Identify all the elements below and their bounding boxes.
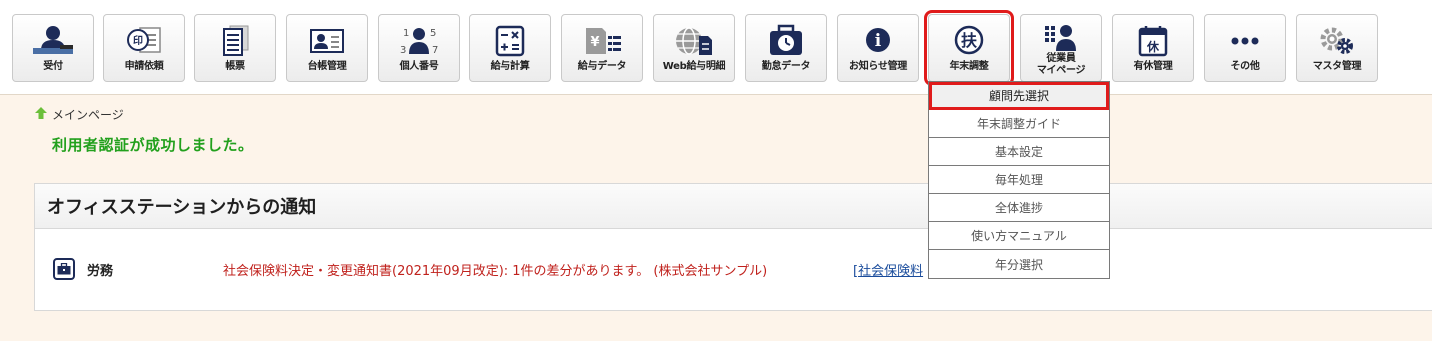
calculator-icon <box>470 24 550 58</box>
toolbar-label: 年末調整 <box>949 61 989 72</box>
digit-glyph: 1 <box>403 28 409 39</box>
toolbar-label: 受付 <box>43 61 63 72</box>
toolbar-label: その他 <box>1230 61 1260 72</box>
toolbar-label: マスタ管理 <box>1312 61 1362 72</box>
toolbar-label: 個人番号 <box>399 61 439 72</box>
toolbar-button-payroll-data[interactable]: ¥ 給与データ <box>561 14 643 82</box>
attendance-icon <box>746 24 826 58</box>
digit-glyph: 7 <box>432 45 438 56</box>
main-toolbar: 受付 印 申請依頼 帳票 台帳管理 1537 個人番号 給与計算 ¥ 給与データ… <box>0 0 1432 95</box>
forms-icon <box>195 24 275 58</box>
toolbar-label: 台帳管理 <box>307 61 347 72</box>
breadcrumb[interactable]: メインページ <box>34 106 124 123</box>
toolbar-button-master-management[interactable]: マスタ管理 <box>1296 14 1378 82</box>
toolbar-button-forms[interactable]: 帳票 <box>194 14 276 82</box>
year-end-adjustment-icon: 扶 <box>929 24 1009 58</box>
employee-mypage-icon <box>1021 21 1101 55</box>
breadcrumb-label[interactable]: メインページ <box>52 106 124 123</box>
web-payslip-icon <box>654 24 734 58</box>
toolbar-button-ledger[interactable]: 台帳管理 <box>286 14 368 82</box>
menu-item-basic-settings[interactable]: 基本設定 <box>929 138 1109 166</box>
toolbar-button-paid-leave[interactable]: 休 有休管理 <box>1112 14 1194 82</box>
fu-glyph: 扶 <box>961 31 978 50</box>
kyu-glyph: 休 <box>1146 39 1160 54</box>
toolbar-label: 給与データ <box>577 61 627 72</box>
toolbar-button-application[interactable]: 印 申請依頼 <box>103 14 185 82</box>
toolbar-label: 勤怠データ <box>761 61 811 72</box>
settings-gears-icon <box>1297 24 1377 58</box>
reception-icon <box>13 24 93 58</box>
personal-number-icon: 1537 <box>379 24 459 58</box>
notice-message: 社会保険料決定・変更通知書(2021年09月改定): 1件の差分があります。 (… <box>223 263 768 279</box>
toolbar-button-web-payslip[interactable]: Web給与明細 <box>653 14 735 82</box>
notice-panel-header: オフィスステーションからの通知 <box>35 184 1432 229</box>
yen-glyph: ¥ <box>590 35 599 50</box>
notice-panel-title: オフィスステーションからの通知 <box>47 197 317 218</box>
menu-item-year-end-guide[interactable]: 年末調整ガイド <box>929 110 1109 138</box>
toolbar-button-notice-management[interactable]: i お知らせ管理 <box>837 14 919 82</box>
briefcase-icon <box>53 258 75 280</box>
application-stamp-icon: 印 <box>104 24 184 58</box>
menu-item-annual-processing[interactable]: 毎年処理 <box>929 166 1109 194</box>
payroll-data-icon: ¥ <box>562 24 642 58</box>
more-icon <box>1205 24 1285 58</box>
toolbar-button-reception[interactable]: 受付 <box>12 14 94 82</box>
info-glyph: i <box>875 31 882 51</box>
info-icon: i <box>838 24 918 58</box>
toolbar-button-attendance[interactable]: 勤怠データ <box>745 14 827 82</box>
menu-item-year-select[interactable]: 年分選択 <box>929 250 1109 278</box>
notice-panel: オフィスステーションからの通知 労務 社会保険料決定・変更通知書(2021年09… <box>34 183 1432 311</box>
toolbar-label: 帳票 <box>225 61 245 72</box>
notice-row: 労務 社会保険料決定・変更通知書(2021年09月改定): 1件の差分があります… <box>53 258 1432 280</box>
menu-item-client-select[interactable]: 顧問先選択 <box>929 82 1109 110</box>
menu-item-overall-progress[interactable]: 全体進捗 <box>929 194 1109 222</box>
notice-link[interactable]: [社会保険料 <box>853 260 923 279</box>
ledger-icon <box>287 24 367 58</box>
toolbar-button-year-end-adjustment[interactable]: 扶 年末調整 <box>924 10 1014 86</box>
digit-glyph: 3 <box>400 45 406 56</box>
digit-glyph: 5 <box>430 28 436 39</box>
toolbar-label: 給与計算 <box>490 61 530 72</box>
toolbar-button-payroll-calc[interactable]: 給与計算 <box>469 14 551 82</box>
toolbar-label: 有休管理 <box>1133 61 1173 72</box>
toolbar-label: 申請依頼 <box>124 61 164 72</box>
toolbar-button-personal-number[interactable]: 1537 個人番号 <box>378 14 460 82</box>
toolbar-button-other[interactable]: その他 <box>1204 14 1286 82</box>
notice-category: 労務 <box>87 263 114 279</box>
auth-success-message: 利用者認証が成功しました。 <box>52 136 254 154</box>
menu-item-user-manual[interactable]: 使い方マニュアル <box>929 222 1109 250</box>
toolbar-label: 従業員 マイページ <box>1036 53 1086 76</box>
toolbar-button-employee-mypage[interactable]: 従業員 マイページ <box>1020 14 1102 82</box>
toolbar-label: Web給与明細 <box>662 61 726 72</box>
toolbar-label: お知らせ管理 <box>849 61 907 72</box>
paid-leave-icon: 休 <box>1113 24 1193 58</box>
home-arrow-icon <box>34 106 48 123</box>
stamp-glyph: 印 <box>133 35 143 47</box>
year-end-adjustment-menu: 顧問先選択 年末調整ガイド 基本設定 毎年処理 全体進捗 使い方マニュアル 年分… <box>928 81 1110 279</box>
